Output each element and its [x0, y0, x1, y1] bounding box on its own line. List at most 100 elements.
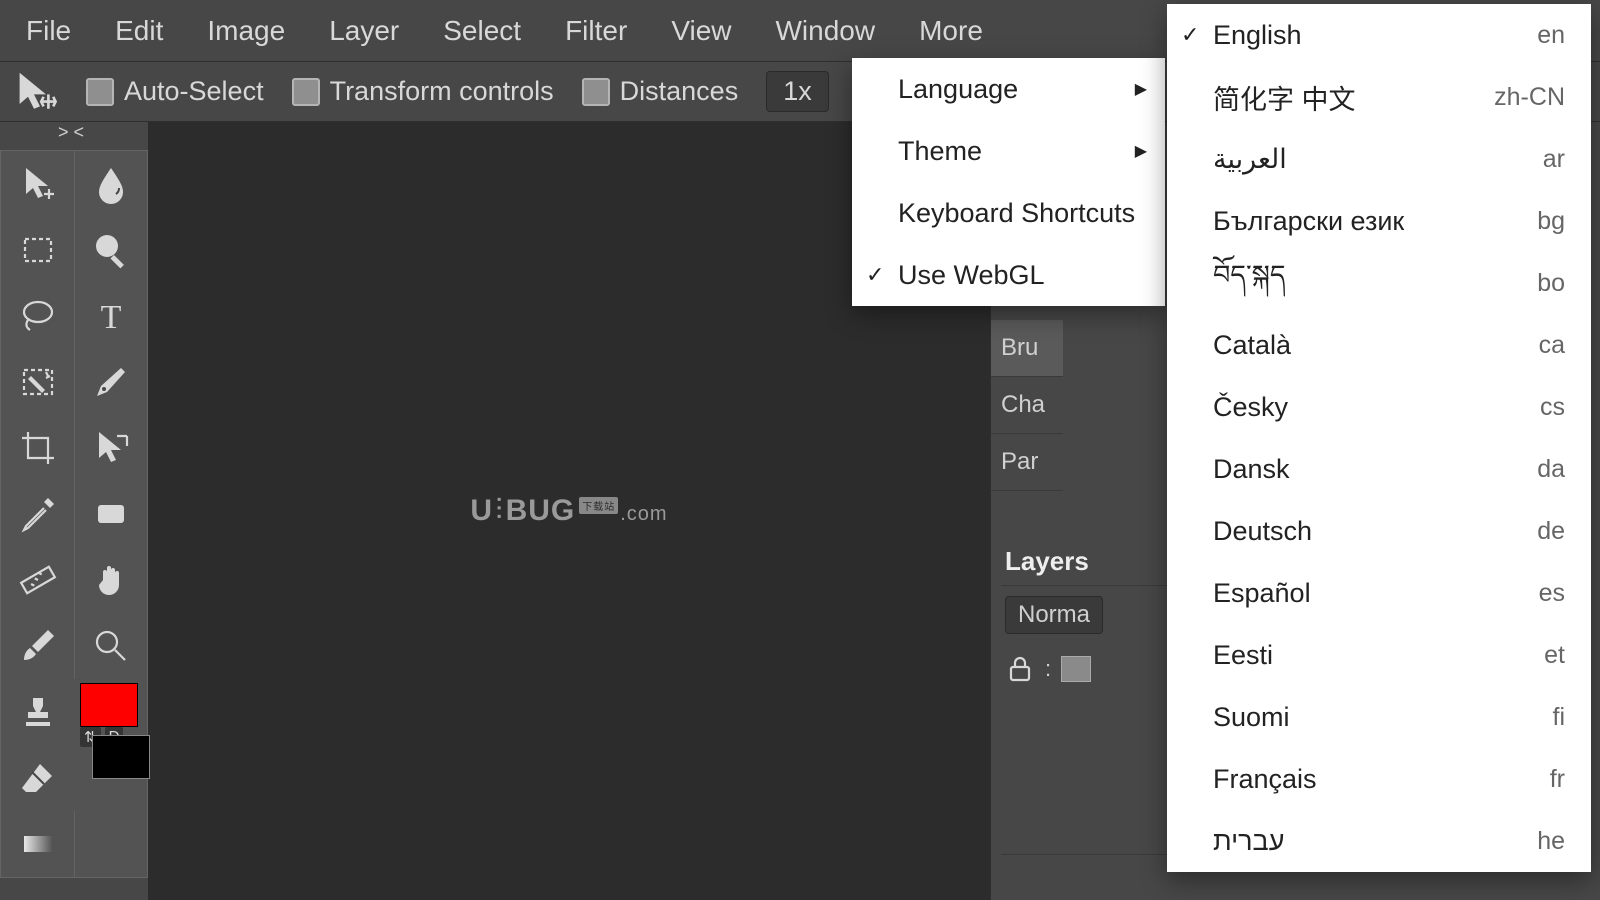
lock-separator: : — [1045, 656, 1051, 682]
background-color-swatch[interactable] — [92, 735, 150, 779]
menu-image[interactable]: Image — [185, 5, 307, 57]
language-option-code: et — [1544, 641, 1565, 670]
checkbox-icon — [292, 78, 320, 106]
language-option-label: Català — [1213, 330, 1291, 361]
auto-select-label: Auto-Select — [124, 76, 264, 107]
language-option-label: עברית — [1213, 826, 1284, 857]
checkbox-icon — [86, 78, 114, 106]
language-option-es[interactable]: Españoles — [1167, 562, 1591, 624]
distances-checkbox[interactable]: Distances — [582, 76, 739, 107]
menu-edit[interactable]: Edit — [93, 5, 185, 57]
more-language-label: Language — [898, 74, 1018, 105]
hand-tool[interactable] — [74, 547, 147, 613]
language-submenu[interactable]: ✓Englishen简化字 中文zh-CN العربية ar Български … — [1167, 4, 1591, 872]
color-swatches: ⇅ D — [74, 679, 147, 811]
toolbox-spacer — [74, 811, 147, 877]
auto-select-checkbox[interactable]: Auto-Select — [86, 76, 264, 107]
language-option-en[interactable]: ✓Englishen — [1167, 4, 1591, 66]
eyedropper-tool[interactable] — [1, 481, 74, 547]
language-option-label: Français — [1213, 764, 1317, 795]
rect-select-tool[interactable] — [1, 217, 74, 283]
more-keyboard-shortcuts-label: Keyboard Shortcuts — [898, 198, 1135, 229]
shape-tool[interactable] — [74, 481, 147, 547]
document-tabstrip[interactable]: > < — [0, 122, 84, 142]
path-select-tool[interactable] — [74, 415, 147, 481]
lock-icon — [1005, 654, 1035, 684]
magnify-tool[interactable] — [74, 217, 147, 283]
language-option-code: da — [1537, 455, 1565, 484]
language-option-code: cs — [1540, 393, 1565, 422]
check-icon: ✓ — [1181, 22, 1199, 48]
check-icon: ✓ — [866, 262, 884, 288]
stamp-tool[interactable] — [1, 679, 74, 745]
language-option-fi[interactable]: Suomi fi — [1167, 686, 1591, 748]
more-use-webgl[interactable]: ✓ Use WebGL — [852, 244, 1165, 306]
menu-more[interactable]: More — [897, 5, 1005, 57]
tab-paragraph[interactable]: Par — [991, 434, 1063, 491]
checkbox-icon — [582, 78, 610, 106]
lock-transparent-button[interactable] — [1061, 656, 1091, 682]
tab-character[interactable]: Cha — [991, 377, 1063, 434]
menu-file[interactable]: File — [4, 5, 93, 57]
more-theme-label: Theme — [898, 136, 982, 167]
language-option-code: fi — [1553, 703, 1566, 732]
watermark-logo: U⫶BUG下载站.com — [470, 494, 667, 528]
language-option-label: Eesti — [1213, 640, 1273, 671]
language-option-da[interactable]: Dansk da — [1167, 438, 1591, 500]
foreground-color-swatch[interactable] — [80, 683, 138, 727]
pen-tool[interactable] — [74, 349, 147, 415]
language-option-bo[interactable]: བོད་སྐདbo — [1167, 252, 1591, 314]
panel-tabs: Bru Cha Par — [991, 320, 1063, 491]
move-tool[interactable] — [1, 151, 74, 217]
menu-filter[interactable]: Filter — [543, 5, 649, 57]
language-option-bg[interactable]: Български език bg — [1167, 190, 1591, 252]
language-option-label: Suomi — [1213, 702, 1290, 733]
language-option-label: العربية — [1213, 144, 1287, 175]
brush-tool[interactable] — [1, 613, 74, 679]
language-option-fr[interactable]: Français fr — [1167, 748, 1591, 810]
language-option-label: Dansk — [1213, 454, 1290, 485]
more-theme[interactable]: Theme — [852, 120, 1165, 182]
language-option-ar[interactable]: العربية ar — [1167, 128, 1591, 190]
menu-view[interactable]: View — [649, 5, 753, 57]
blend-mode-select[interactable]: Norma — [1005, 596, 1103, 634]
language-option-code: bg — [1537, 207, 1565, 236]
language-option-zh-CN[interactable]: 简化字 中文zh-CN — [1167, 66, 1591, 128]
distances-label: Distances — [620, 76, 739, 107]
zoom-tool[interactable] — [74, 613, 147, 679]
language-option-label: བོད་སྐད — [1213, 245, 1285, 321]
crop-tool[interactable] — [1, 415, 74, 481]
transform-controls-checkbox[interactable]: Transform controls — [292, 76, 554, 107]
menu-layer[interactable]: Layer — [307, 5, 421, 57]
language-option-label: Español — [1213, 578, 1311, 609]
more-dropdown: Language Theme Keyboard Shortcuts ✓ Use … — [852, 58, 1165, 306]
language-option-de[interactable]: Deutschde — [1167, 500, 1591, 562]
magic-select-tool[interactable] — [1, 349, 74, 415]
tab-brush[interactable]: Bru — [991, 320, 1063, 377]
lasso-tool[interactable] — [1, 283, 74, 349]
language-option-code: zh-CN — [1494, 83, 1565, 112]
menu-select[interactable]: Select — [421, 5, 543, 57]
language-option-ca[interactable]: Català ca — [1167, 314, 1591, 376]
language-option-code: he — [1537, 827, 1565, 856]
language-option-cs[interactable]: Česky cs — [1167, 376, 1591, 438]
blur-tool[interactable] — [74, 151, 147, 217]
language-option-code: ar — [1543, 145, 1565, 174]
language-option-he[interactable]: עברית he — [1167, 810, 1591, 872]
more-language[interactable]: Language — [852, 58, 1165, 120]
more-keyboard-shortcuts[interactable]: Keyboard Shortcuts — [852, 182, 1165, 244]
language-option-label: Български език — [1213, 206, 1404, 237]
language-option-code: bo — [1537, 269, 1565, 298]
language-option-label: Česky — [1213, 392, 1288, 423]
zoom-level-select[interactable]: 1x — [766, 71, 829, 112]
eraser-tool[interactable] — [1, 745, 74, 811]
gradient-tool[interactable] — [1, 811, 74, 877]
measure-tool[interactable] — [1, 547, 74, 613]
language-option-code: ca — [1539, 331, 1565, 360]
menu-window[interactable]: Window — [754, 5, 898, 57]
type-tool[interactable]: T — [74, 283, 147, 349]
language-option-et[interactable]: Eesti et — [1167, 624, 1591, 686]
language-option-label: Deutsch — [1213, 516, 1312, 547]
transform-controls-label: Transform controls — [330, 76, 554, 107]
language-option-code: fr — [1550, 765, 1565, 794]
